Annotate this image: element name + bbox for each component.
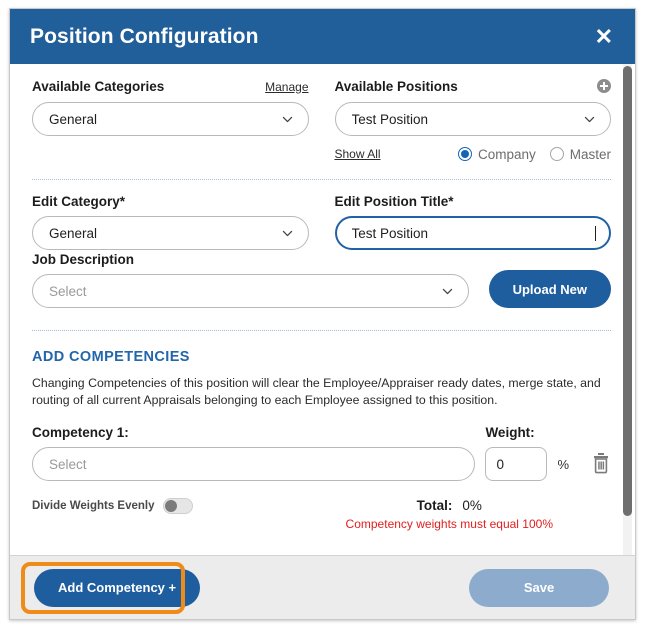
edit-category-label: Edit Category* [32,194,126,209]
trash-icon[interactable] [591,451,611,475]
available-categories-label-line: Available Categories Manage [32,78,309,95]
weights-summary-row: Divide Weights Evenly Total: 0% Competenc… [32,498,611,531]
edit-position-title-input[interactable]: Test Position [334,216,611,250]
chevron-down-icon [282,230,292,236]
available-categories-label: Available Categories [32,79,165,94]
chevron-down-icon [584,116,595,122]
weight-input[interactable]: 0 [485,447,548,481]
total-value: 0% [462,498,482,513]
job-description-value: Select [49,283,87,299]
job-description-group: Job Description Select [32,252,469,308]
available-categories-value: General [49,111,98,127]
dialog-title: Position Configuration [30,24,259,48]
job-description-row: Job Description Select Upload New [32,252,611,308]
available-positions-label: Available Positions [334,79,458,94]
chevron-down-icon [282,116,292,122]
radio-company[interactable]: Company [457,146,536,162]
edit-position-title-label: Edit Position Title* [334,194,454,209]
scroll-content: Available Categories Manage General Avai… [10,64,635,555]
upload-new-button[interactable]: Upload New [488,270,611,308]
position-configuration-dialog: Position Configuration ✕ Available Categ… [9,8,636,620]
edit-position-title-group: Edit Position Title* Test Position [334,194,611,250]
divide-weights-evenly-group: Divide Weights Evenly [32,498,193,514]
dialog-footer: Add Competency + Save [10,555,635,619]
text-caret [595,225,596,241]
manage-link[interactable]: Manage [265,80,308,94]
totals-block: Total: 0% Competency weights must equal 1… [346,498,611,531]
total-label: Total: [416,498,453,513]
competency-row: Competency 1: Select Weight: 0 % [32,425,611,481]
radio-company-label: Company [477,146,536,162]
toggle-knob [164,500,177,512]
available-row: Available Categories Manage General Avai… [32,78,611,163]
position-scope-radio-group: Company Master [457,146,611,162]
competency-1-value: Select [49,456,87,472]
available-categories-group: Available Categories Manage General [32,78,309,163]
competency-1-select[interactable]: Select [32,447,476,481]
competency-select-group: Competency 1: Select [32,425,476,481]
available-categories-select[interactable]: General [32,102,309,136]
available-positions-value: Test Position [351,111,429,127]
add-competencies-description: Changing Competencies of this position w… [32,376,601,407]
weights-error-text: Competency weights must equal 100% [345,517,553,531]
radio-master[interactable]: Master [549,146,611,162]
radio-master-dot [549,147,564,161]
radio-company-dot [457,147,472,161]
save-button[interactable]: Save [469,568,609,607]
divide-weights-evenly-toggle[interactable] [162,498,193,514]
competency-1-label: Competency 1: [32,425,129,440]
percent-symbol: % [557,457,569,472]
add-competencies-heading: ADD COMPETENCIES [32,349,190,365]
job-description-select[interactable]: Select [32,274,469,308]
positions-subline: Show All Company Master [335,145,612,163]
edit-category-value: General [49,225,98,241]
screenshot-root: Position Configuration ✕ Available Categ… [0,0,645,630]
edit-category-group: Edit Category* General [32,194,309,250]
dialog-body: Available Categories Manage General Avai… [10,64,635,555]
edit-row: Edit Category* General Edit Position Tit… [32,194,611,250]
weight-value: 0 [496,456,504,472]
add-circle-icon[interactable] [597,79,611,93]
scrollbar-thumb[interactable] [623,66,632,516]
edit-category-select[interactable]: General [32,216,309,250]
weight-label: Weight: [485,425,535,440]
edit-position-title-value: Test Position [351,225,429,241]
job-description-label: Job Description [32,252,135,267]
divider-competencies [32,330,611,331]
show-all-link[interactable]: Show All [335,147,381,161]
divider-top [32,179,611,180]
radio-master-label: Master [569,146,611,162]
chevron-down-icon [442,288,452,294]
close-icon[interactable]: ✕ [591,24,617,50]
divide-weights-evenly-label: Divide Weights Evenly [32,500,155,512]
add-competency-button[interactable]: Add Competency + [34,568,201,607]
available-positions-group: Available Positions Test Position Show A… [334,78,612,163]
weight-group: Weight: 0 [485,425,548,481]
available-positions-label-line: Available Positions [334,78,611,95]
total-line: Total: 0% [346,498,553,513]
available-positions-select[interactable]: Test Position [334,102,611,136]
dialog-header: Position Configuration ✕ [10,9,635,64]
